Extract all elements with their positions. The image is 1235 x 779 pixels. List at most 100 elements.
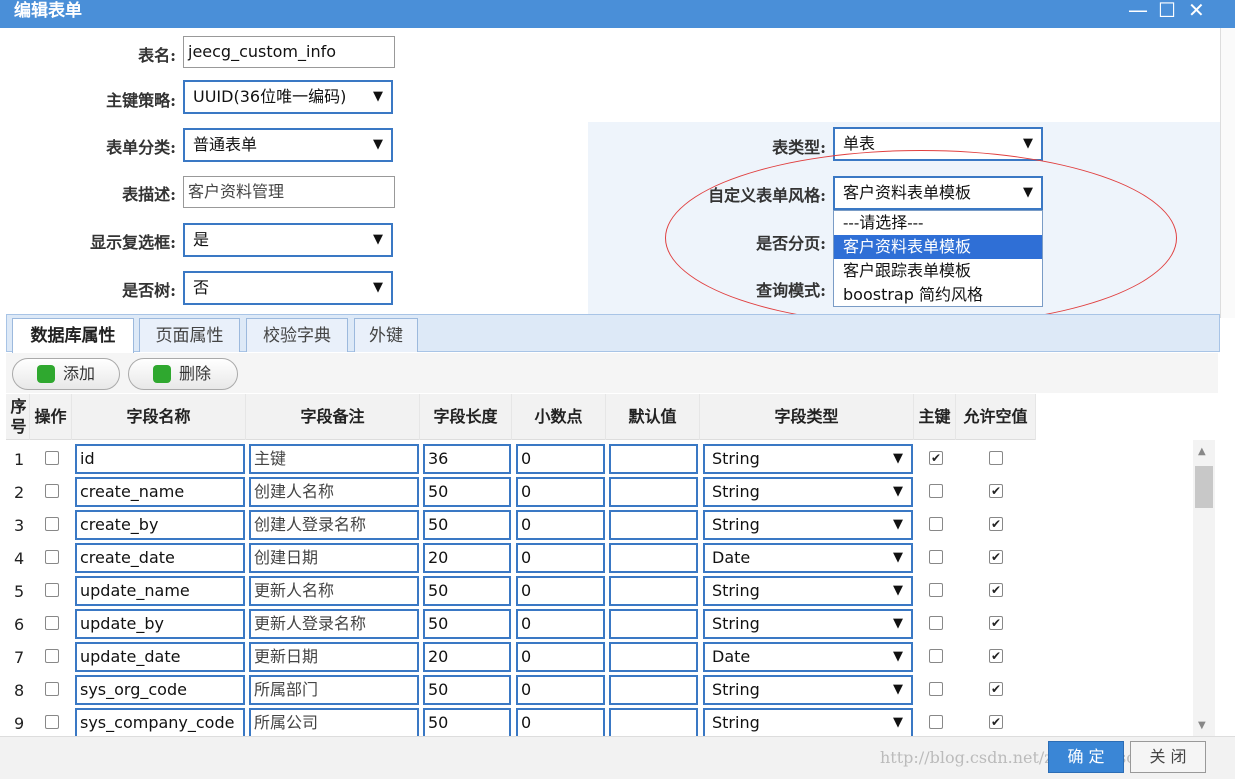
nullable-checkbox[interactable]: ✔ [989,517,1003,531]
field-name-input[interactable]: update_name [75,576,245,606]
nullable-checkbox[interactable]: ✔ [989,616,1003,630]
pk-checkbox[interactable]: ✔ [929,451,943,465]
field-type-select[interactable]: String ▼ [703,708,913,738]
field-length-input[interactable]: 20 [423,642,511,672]
field-length-input[interactable]: 20 [423,543,511,573]
field-name-input[interactable]: update_date [75,642,245,672]
close-button[interactable]: 关 闭 [1130,741,1206,773]
decimal-input[interactable]: 0 [516,477,605,507]
show-checkbox-select[interactable]: 是 ▼ [183,223,393,257]
pk-strategy-select[interactable]: UUID(36位唯一编码) ▼ [183,80,393,114]
nullable-checkbox[interactable]: ✔ [989,583,1003,597]
nullable-checkbox[interactable]: ✔ [989,550,1003,564]
field-note-input[interactable]: 所属部门 [249,675,419,705]
decimal-input[interactable]: 0 [516,444,605,474]
field-type-select[interactable]: Date ▼ [703,543,913,573]
is-tree-select[interactable]: 否 ▼ [183,271,393,305]
field-length-input[interactable]: 50 [423,708,511,738]
field-type-select[interactable]: String ▼ [703,609,913,639]
row-select-checkbox[interactable] [45,682,59,696]
field-note-input[interactable]: 创建日期 [249,543,419,573]
row-select-checkbox[interactable] [45,616,59,630]
field-name-input[interactable]: create_name [75,477,245,507]
field-type-select[interactable]: String ▼ [703,576,913,606]
pk-checkbox[interactable] [929,484,943,498]
tab-db-properties[interactable]: 数据库属性 [12,318,134,353]
pk-checkbox[interactable] [929,583,943,597]
row-select-checkbox[interactable] [45,649,59,663]
field-length-input[interactable]: 50 [423,675,511,705]
delete-button[interactable]: 删除 [128,358,238,390]
decimal-input[interactable]: 0 [516,642,605,672]
decimal-input[interactable]: 0 [516,510,605,540]
nullable-checkbox[interactable] [989,451,1003,465]
decimal-input[interactable]: 0 [516,609,605,639]
pk-checkbox[interactable] [929,682,943,696]
field-name-input[interactable]: update_by [75,609,245,639]
field-length-input[interactable]: 50 [423,510,511,540]
field-length-input[interactable]: 36 [423,444,511,474]
default-value-input[interactable] [609,642,698,672]
default-value-input[interactable] [609,510,698,540]
field-length-input[interactable]: 50 [423,477,511,507]
field-type-select[interactable]: String ▼ [703,444,913,474]
decimal-input[interactable]: 0 [516,675,605,705]
field-note-input[interactable]: 更新人登录名称 [249,609,419,639]
field-name-input[interactable]: sys_company_code [75,708,245,738]
nullable-checkbox[interactable]: ✔ [989,649,1003,663]
tab-page-properties[interactable]: 页面属性 [139,318,240,352]
table-name-input[interactable]: jeecg_custom_info [183,36,395,68]
pk-checkbox[interactable] [929,550,943,564]
nullable-checkbox[interactable]: ✔ [989,715,1003,729]
default-value-input[interactable] [609,576,698,606]
field-name-input[interactable]: id [75,444,245,474]
row-select-checkbox[interactable] [45,451,59,465]
scroll-up-icon[interactable]: ▲ [1198,446,1206,457]
field-note-input[interactable]: 更新人名称 [249,576,419,606]
default-value-input[interactable] [609,708,698,738]
maximize-icon[interactable]: ☐ [1158,0,1176,22]
field-type-select[interactable]: String ▼ [703,510,913,540]
default-value-input[interactable] [609,675,698,705]
row-select-checkbox[interactable] [45,715,59,729]
row-select-checkbox[interactable] [45,484,59,498]
minimize-icon[interactable]: — [1128,0,1148,22]
row-select-checkbox[interactable] [45,517,59,531]
pk-checkbox[interactable] [929,616,943,630]
scrollbar-thumb[interactable] [1195,466,1213,508]
field-type-select[interactable]: String ▼ [703,477,913,507]
nullable-checkbox[interactable]: ✔ [989,484,1003,498]
field-name-input[interactable]: create_by [75,510,245,540]
field-type-select[interactable]: String ▼ [703,675,913,705]
field-note-input[interactable]: 所属公司 [249,708,419,738]
default-value-input[interactable] [609,444,698,474]
decimal-input[interactable]: 0 [516,543,605,573]
table-desc-input[interactable]: 客户资料管理 [183,176,395,208]
row-select-checkbox[interactable] [45,550,59,564]
decimal-input[interactable]: 0 [516,576,605,606]
field-note-input[interactable]: 创建人名称 [249,477,419,507]
form-category-select[interactable]: 普通表单 ▼ [183,128,393,162]
pk-checkbox[interactable] [929,649,943,663]
default-value-input[interactable] [609,609,698,639]
default-value-input[interactable] [609,477,698,507]
field-name-input[interactable]: sys_org_code [75,675,245,705]
field-name-input[interactable]: create_date [75,543,245,573]
pk-checkbox[interactable] [929,517,943,531]
grid-scrollbar[interactable]: ▲ ▼ [1193,440,1215,736]
tab-foreign-key[interactable]: 外键 [354,318,418,352]
nullable-checkbox[interactable]: ✔ [989,682,1003,696]
close-icon[interactable]: ✕ [1188,0,1205,22]
field-note-input[interactable]: 主键 [249,444,419,474]
row-select-checkbox[interactable] [45,583,59,597]
default-value-input[interactable] [609,543,698,573]
field-type-select[interactable]: Date ▼ [703,642,913,672]
add-button[interactable]: 添加 [12,358,120,390]
decimal-input[interactable]: 0 [516,708,605,738]
confirm-button[interactable]: 确 定 [1048,741,1124,773]
scroll-down-icon[interactable]: ▼ [1198,720,1206,731]
field-note-input[interactable]: 更新日期 [249,642,419,672]
tab-validation-dict[interactable]: 校验字典 [246,318,348,352]
field-length-input[interactable]: 50 [423,576,511,606]
pk-checkbox[interactable] [929,715,943,729]
